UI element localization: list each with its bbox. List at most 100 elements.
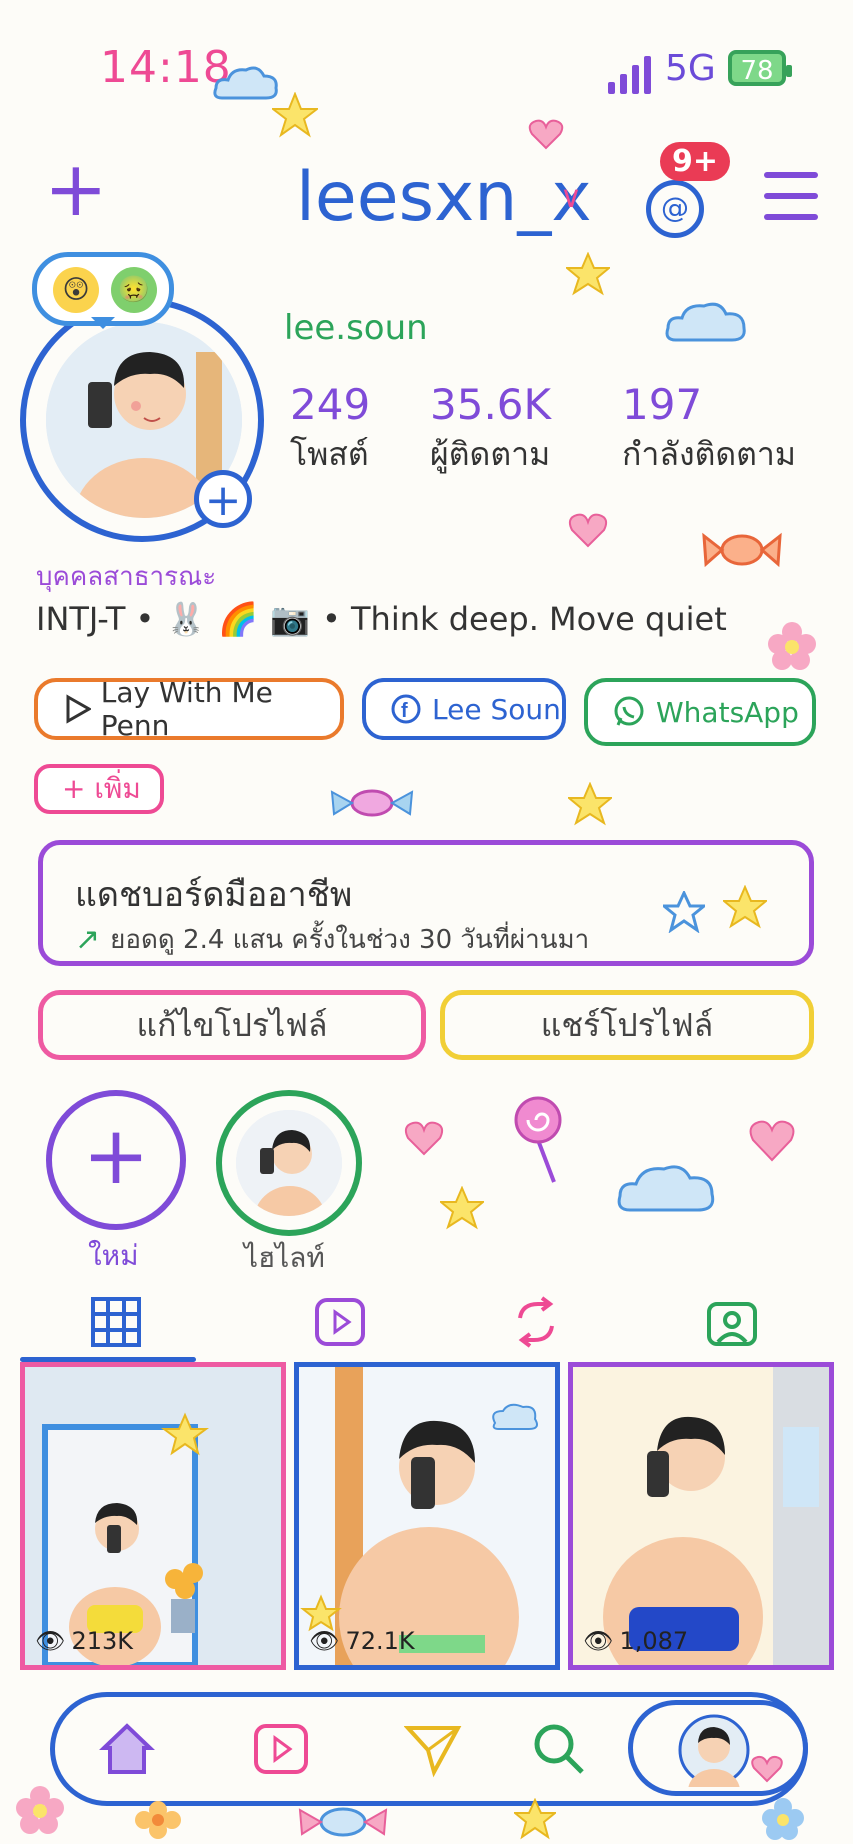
star-icon bbox=[568, 782, 612, 826]
star-icon bbox=[723, 885, 767, 929]
link-label: Lee Soun bbox=[432, 692, 561, 726]
grid-tab-icon[interactable] bbox=[90, 1296, 142, 1348]
eye-icon: 👁 bbox=[583, 1627, 614, 1655]
bio-prefix: INTJ-T • bbox=[36, 600, 155, 638]
flower-icon bbox=[768, 622, 816, 670]
profile-avatar-icon bbox=[678, 1714, 750, 1787]
rabbit-icon: 🐰 bbox=[166, 600, 207, 638]
sick-emoji-icon: 🤢 bbox=[111, 267, 157, 313]
new-highlight-label: ใหม่ bbox=[88, 1239, 139, 1272]
link-label: WhatsApp bbox=[656, 695, 799, 729]
reels-icon[interactable] bbox=[252, 1720, 310, 1778]
star-icon bbox=[514, 1798, 556, 1840]
new-highlight-button[interactable]: + bbox=[46, 1090, 186, 1230]
link-pill-lay-with-me-penn[interactable]: Lay With Me Penn bbox=[34, 676, 344, 742]
eye-icon: 👁 bbox=[35, 1627, 66, 1655]
link-pill-facebook[interactable]: f Lee Soun bbox=[362, 678, 566, 740]
flower-icon bbox=[762, 1798, 804, 1840]
post-image bbox=[25, 1367, 281, 1665]
dashboard-subtitle: ↗ ยอดดู 2.4 แสน ครั้งในช่วง 30 วันที่ผ่า… bbox=[75, 919, 589, 960]
bio: INTJ-T • 🐰 🌈 📷 • Think deep. Move quiet bbox=[36, 600, 727, 638]
profile-category: บุคคลสาธารณะ bbox=[36, 562, 217, 592]
view-count: 👁 72.1K bbox=[309, 1627, 415, 1655]
star-icon bbox=[566, 252, 610, 296]
link-pill-whatsapp[interactable]: WhatsApp bbox=[584, 678, 816, 746]
highlight-cover bbox=[236, 1110, 342, 1216]
search-icon[interactable] bbox=[530, 1720, 588, 1778]
view-count-text: 72.1K bbox=[345, 1627, 415, 1655]
heart-icon bbox=[751, 1755, 783, 1783]
bio-suffix: • Think deep. Move quiet bbox=[321, 600, 727, 638]
cloud-icon bbox=[617, 1165, 715, 1212]
flower-icon bbox=[135, 1801, 181, 1839]
play-icon bbox=[66, 694, 91, 724]
star-icon bbox=[440, 1186, 484, 1230]
chevron-down-icon[interactable]: ∨ bbox=[560, 180, 582, 215]
dashboard-subtitle-text: ยอดดู 2.4 แสน ครั้งในช่วง 30 วันที่ผ่านม… bbox=[110, 925, 590, 955]
stat-posts-value: 249 bbox=[290, 380, 371, 429]
tagged-tab-icon[interactable] bbox=[706, 1296, 758, 1348]
heart-icon bbox=[568, 513, 608, 548]
candy-icon bbox=[298, 1807, 388, 1837]
battery-indicator: 78 bbox=[728, 50, 792, 86]
home-icon[interactable] bbox=[98, 1720, 156, 1778]
dashboard-title: แดชบอร์ดมืออาชีพ bbox=[75, 875, 353, 915]
create-button[interactable]: + bbox=[44, 151, 108, 227]
link-label: Lay With Me Penn bbox=[100, 676, 273, 742]
candy-icon bbox=[702, 532, 782, 568]
add-story-button[interactable]: + bbox=[194, 470, 252, 528]
menu-icon[interactable] bbox=[764, 172, 818, 235]
view-count: 👁 213K bbox=[35, 1627, 133, 1655]
repost-tab-icon[interactable] bbox=[510, 1296, 562, 1348]
display-name: lee.soun bbox=[284, 308, 428, 348]
highlight-label: ไฮไลท์ bbox=[244, 1241, 325, 1274]
heart-icon bbox=[528, 119, 564, 150]
highlight-item[interactable] bbox=[216, 1090, 362, 1236]
view-count-text: 1,087 bbox=[619, 1627, 689, 1655]
cloud-icon bbox=[665, 302, 746, 342]
edit-profile-button[interactable]: แก้ไขโปรไฟล์ bbox=[38, 990, 426, 1060]
professional-dashboard[interactable]: แดชบอร์ดมืออาชีพ ↗ ยอดดู 2.4 แสน ครั้งใน… bbox=[38, 840, 814, 966]
stat-following-value: 197 bbox=[622, 380, 703, 429]
notification-badge: 9+ bbox=[660, 142, 731, 181]
add-link-button[interactable]: + เพิ่ม bbox=[34, 764, 164, 814]
post-thumbnail[interactable]: 👁 72.1K bbox=[294, 1362, 560, 1670]
trend-up-icon: ↗ bbox=[75, 922, 101, 957]
stat-posts-label: โพสต์ bbox=[290, 435, 369, 473]
stat-followers-value: 35.6K bbox=[430, 380, 552, 429]
post-thumbnail[interactable]: 👁 213K bbox=[20, 1362, 286, 1670]
camera-icon: 📷 bbox=[270, 600, 310, 638]
post-image bbox=[299, 1367, 555, 1665]
stat-followers-label: ผู้ติดตาม bbox=[430, 435, 551, 473]
heart-icon bbox=[749, 1120, 795, 1162]
view-count-text: 213K bbox=[71, 1627, 134, 1655]
star-icon bbox=[272, 92, 318, 138]
eye-icon: 👁 bbox=[309, 1627, 340, 1655]
candy-icon bbox=[330, 789, 414, 817]
facebook-icon: f bbox=[391, 694, 421, 724]
note-bubble[interactable]: 😲 🤢 bbox=[32, 252, 174, 329]
stat-following[interactable]: 197 กำลังติดตาม bbox=[622, 380, 796, 480]
stat-posts[interactable]: 249 โพสต์ bbox=[290, 380, 370, 480]
lollipop-icon bbox=[514, 1096, 562, 1183]
star-icon bbox=[663, 891, 705, 933]
post-image bbox=[573, 1367, 829, 1665]
svg-text:f: f bbox=[401, 700, 408, 722]
reels-tab-icon[interactable] bbox=[314, 1296, 366, 1348]
threads-icon[interactable]: @ bbox=[646, 180, 704, 238]
heart-icon bbox=[404, 1121, 444, 1156]
view-count: 👁 1,087 bbox=[583, 1627, 688, 1655]
signal-icon bbox=[608, 56, 651, 94]
send-icon[interactable] bbox=[404, 1720, 462, 1778]
profile-tab[interactable] bbox=[628, 1700, 808, 1796]
stat-followers[interactable]: 35.6K ผู้ติดตาม bbox=[430, 380, 551, 480]
username-title[interactable]: leesxn_x bbox=[296, 158, 592, 237]
post-thumbnail[interactable]: 👁 1,087 bbox=[568, 1362, 834, 1670]
flower-icon bbox=[16, 1786, 64, 1834]
rainbow-icon: 🌈 bbox=[218, 600, 259, 638]
share-profile-button[interactable]: แชร์โปรไฟล์ bbox=[440, 990, 814, 1060]
shocked-emoji-icon: 😲 bbox=[53, 267, 99, 313]
whatsapp-icon bbox=[614, 696, 644, 726]
network-label: 5G bbox=[665, 48, 716, 89]
stat-following-label: กำลังติดตาม bbox=[622, 435, 796, 473]
